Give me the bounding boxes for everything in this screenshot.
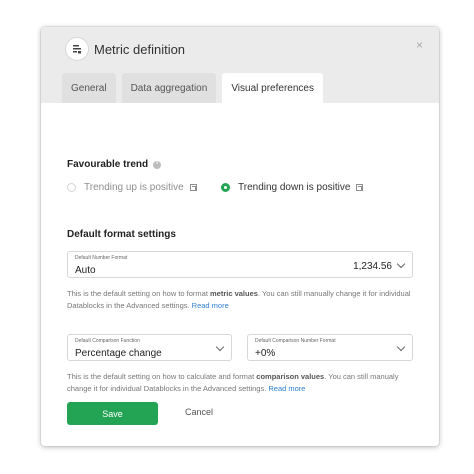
number-format-select[interactable]: Default Number Format Auto 1,234.56 [67,251,413,278]
radio-unchecked-icon[interactable] [67,183,76,192]
number-format-example: 1,234.56 [353,261,392,272]
close-icon[interactable]: × [416,38,423,52]
comparison-number-format-value: +0% [255,348,276,359]
trend-up-option[interactable]: Trending up is positive [67,182,221,193]
comparison-function-caption: Default Comparison Function [75,338,140,344]
metric-definition-dialog: Metric definition × General Data aggrega… [41,27,439,446]
chevron-down-icon [396,342,406,352]
external-link-icon [356,184,364,191]
read-more-link[interactable]: Read more [268,384,305,393]
comparison-help: This is the default setting on how to ca… [67,372,399,393]
info-icon[interactable] [153,160,162,169]
chevron-down-icon [215,342,225,352]
comparison-number-format-caption: Default Comparison Number Format [255,338,336,344]
tab-visual-preferences[interactable]: Visual preferences [222,73,323,103]
tab-general[interactable]: General [62,73,116,103]
radio-checked-icon[interactable] [221,183,230,192]
number-format-value: Auto [75,265,96,276]
comparison-function-select[interactable]: Default Comparison Function Percentage c… [67,334,232,361]
tab-data-aggregation[interactable]: Data aggregation [121,73,217,103]
number-format-caption: Default Number Format [75,255,128,261]
favourable-trend-label: Favourable trend [67,159,149,170]
number-format-help: This is the default setting on how to fo… [67,289,411,310]
chevron-down-icon [396,259,406,269]
trend-up-label: Trending up is positive [84,182,184,193]
favourable-trend-heading: Favourable trend [67,159,413,170]
favourable-trend-section: Favourable trend Trending up is positive… [67,159,413,193]
external-link-icon [189,184,197,191]
trend-options: Trending up is positive Trending down is… [67,182,413,193]
trend-down-option[interactable]: Trending down is positive [221,182,364,193]
cancel-button[interactable]: Cancel [185,407,213,417]
comparison-function-value: Percentage change [75,348,162,359]
dialog-title: Metric definition [94,42,186,57]
comparison-number-format-select[interactable]: Default Comparison Number Format +0% [247,334,413,361]
dialog-header: Metric definition × General Data aggrega… [41,27,439,103]
tab-bar: General Data aggregation Visual preferen… [62,73,329,103]
metric-icon [65,37,89,61]
save-button[interactable]: Save [67,402,158,425]
default-format-heading: Default format settings [67,229,176,240]
read-more-link[interactable]: Read more [192,301,229,310]
trend-down-label: Trending down is positive [238,182,351,193]
